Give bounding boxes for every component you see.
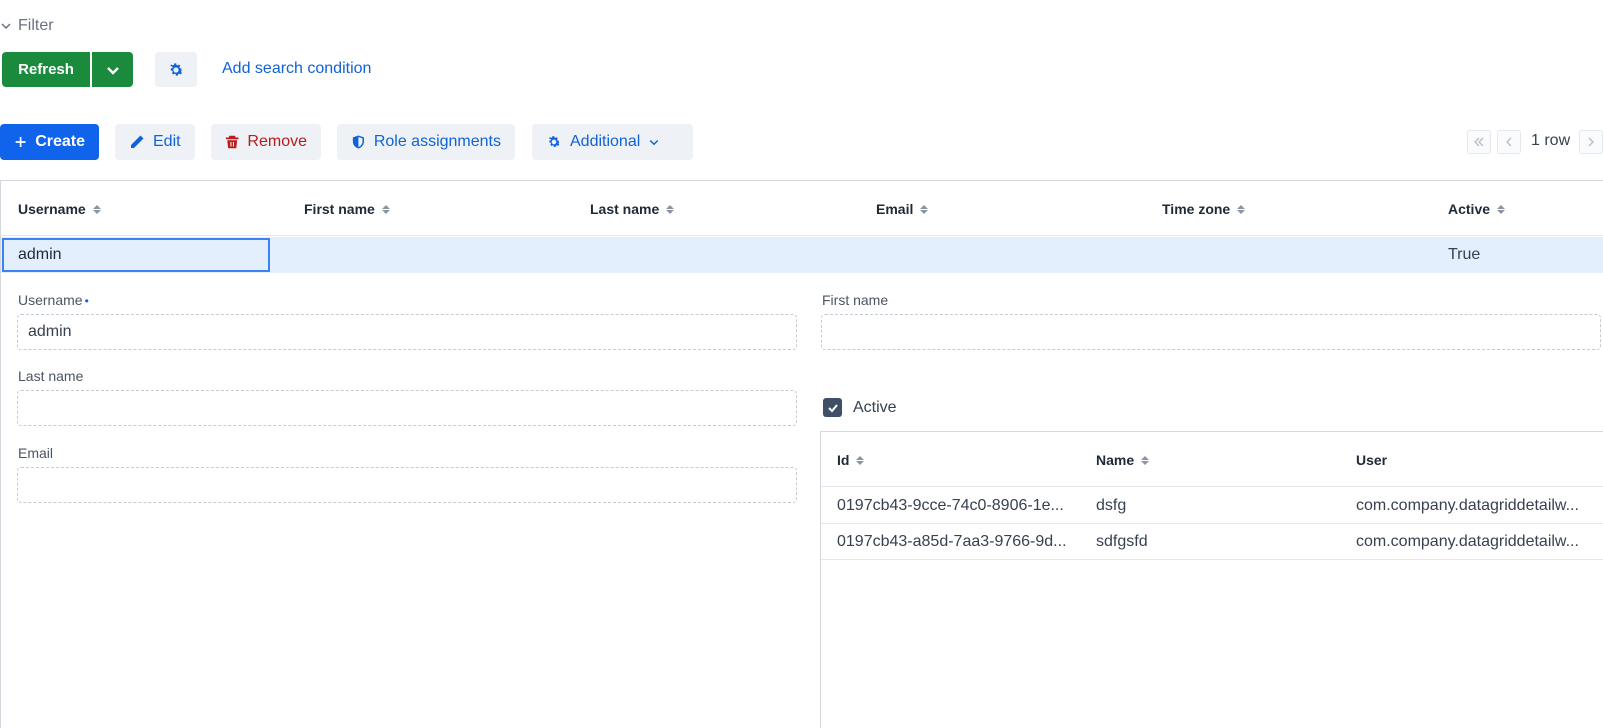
active-cell[interactable]: True <box>1448 246 1480 264</box>
edit-button[interactable]: Edit <box>115 124 195 160</box>
required-indicator: • <box>84 294 89 308</box>
name-cell: dsfg <box>1096 497 1127 514</box>
table-row[interactable]: 0197cb43-9cce-74c0-8906-1e... dsfg com.c… <box>821 488 1603 524</box>
double-chevron-left-icon <box>1474 137 1484 147</box>
refresh-menu-button[interactable] <box>91 52 133 87</box>
additional-menu-button[interactable]: Additional <box>532 124 693 160</box>
edit-label: Edit <box>153 133 181 150</box>
gear-icon <box>170 62 184 76</box>
table-row[interactable]: 0197cb43-a85d-7aa3-9766-9d... sdfgsfd co… <box>821 524 1603 560</box>
chevron-left-icon <box>1506 137 1512 147</box>
active-checkbox[interactable]: Active <box>823 398 897 417</box>
email-label: Email <box>18 445 54 461</box>
pencil-icon <box>131 135 144 148</box>
sort-icon <box>381 204 390 214</box>
trash-icon <box>225 135 239 149</box>
active-label: Active <box>853 398 897 416</box>
refresh-button[interactable]: Refresh <box>2 52 90 87</box>
id-cell: 0197cb43-9cce-74c0-8906-1e... <box>837 497 1064 514</box>
column-header-active[interactable]: Active <box>1448 201 1506 217</box>
first-name-field[interactable] <box>821 314 1601 350</box>
gear-icon <box>548 136 561 147</box>
sort-icon <box>920 204 929 214</box>
first-page-button[interactable] <box>1467 130 1491 154</box>
column-header-name[interactable]: Name <box>1096 452 1150 468</box>
username-field[interactable]: admin <box>17 314 797 350</box>
first-name-label: First name <box>822 292 889 308</box>
next-page-button[interactable] <box>1579 130 1603 154</box>
filter-settings-button[interactable] <box>155 52 197 87</box>
sort-icon <box>1141 455 1150 465</box>
shield-icon <box>352 135 364 149</box>
id-cell: 0197cb43-a85d-7aa3-9766-9d... <box>837 533 1067 550</box>
plus-icon <box>15 137 26 147</box>
column-header-first-name[interactable]: First name <box>304 201 390 217</box>
filter-label: Filter <box>18 17 54 34</box>
details-data-grid: Id Name User 0197cb43-9cce-74c0-8906-1e.… <box>820 431 1603 728</box>
last-name-label: Last name <box>18 368 84 384</box>
checkbox-checked-icon <box>823 398 842 417</box>
user-cell: com.company.datagriddetailw... <box>1356 533 1579 550</box>
prev-page-button[interactable] <box>1497 130 1521 154</box>
chevron-down-icon <box>650 139 659 146</box>
grid-header: Username First name Last name Email Time… <box>1 181 1603 236</box>
chevron-down-icon <box>106 66 119 75</box>
sort-icon <box>856 455 865 465</box>
username-label: Username • <box>18 292 89 308</box>
email-field[interactable] <box>17 467 797 503</box>
last-name-field[interactable] <box>17 390 797 426</box>
user-cell: com.company.datagriddetailw... <box>1356 497 1579 514</box>
role-assignments-label: Role assignments <box>373 133 501 150</box>
filter-toggle[interactable]: Filter <box>0 16 54 36</box>
column-header-last-name[interactable]: Last name <box>590 201 675 217</box>
username-cell[interactable]: admin <box>2 238 270 272</box>
column-header-id[interactable]: Id <box>837 452 865 468</box>
chevron-down-icon <box>1 23 11 30</box>
role-assignments-button[interactable]: Role assignments <box>337 124 515 160</box>
column-header-username[interactable]: Username <box>18 201 101 217</box>
remove-label: Remove <box>247 133 307 150</box>
name-cell: sdfgsfd <box>1096 533 1148 550</box>
refresh-split-button: Refresh <box>2 52 133 87</box>
create-button[interactable]: Create <box>0 124 99 160</box>
add-search-condition-link[interactable]: Add search condition <box>222 60 371 78</box>
column-header-time-zone[interactable]: Time zone <box>1162 201 1246 217</box>
sub-grid-header: Id Name User <box>821 432 1603 487</box>
sort-icon <box>1497 204 1506 214</box>
remove-button[interactable]: Remove <box>211 124 321 160</box>
table-row[interactable]: admin True <box>1 237 1603 273</box>
additional-label: Additional <box>570 133 641 150</box>
column-header-email[interactable]: Email <box>876 201 929 217</box>
column-header-user[interactable]: User <box>1356 452 1387 468</box>
sort-icon <box>92 204 101 214</box>
chevron-right-icon <box>1588 137 1594 147</box>
row-count: 1 row <box>1531 132 1571 149</box>
create-label: Create <box>35 133 85 150</box>
sort-icon <box>666 204 675 214</box>
sort-icon <box>1237 204 1246 214</box>
